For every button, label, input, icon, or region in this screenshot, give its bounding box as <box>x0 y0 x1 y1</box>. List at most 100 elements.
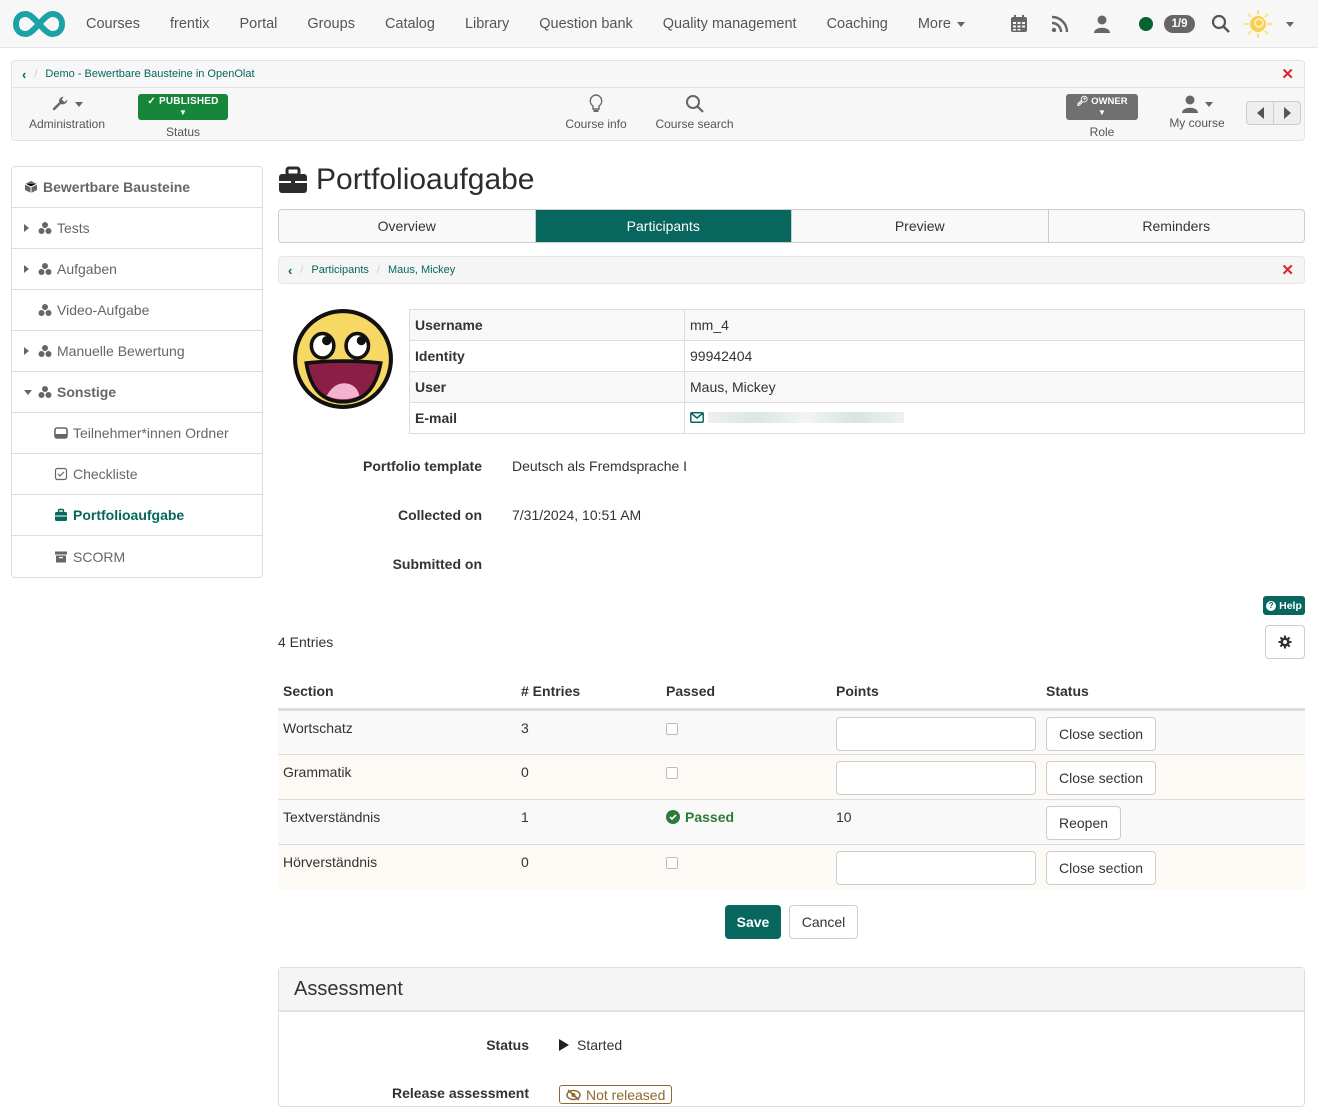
course-search-label: Course search <box>655 117 734 131</box>
section-entries: 1 <box>516 799 661 845</box>
expand-icon[interactable] <box>24 265 29 273</box>
identity-row: User Maus, Mickey <box>409 371 1305 403</box>
theme-sun-icon[interactable] <box>1242 8 1274 40</box>
tab-overview[interactable]: Overview <box>279 210 536 242</box>
section-name: Hörverständnis <box>278 844 516 889</box>
breadcrumb-course[interactable]: Demo - Bewertbare Bausteine in OpenOlat <box>45 68 254 80</box>
my-course-button[interactable]: My course <box>1164 94 1230 130</box>
sidebar-item-checkliste[interactable]: Checkliste <box>12 454 262 495</box>
key-icon: 🔑︎ <box>1076 96 1089 107</box>
published-badge[interactable]: ✓ PUBLISHED ▼ <box>138 94 228 120</box>
table-row: Textverständnis 1 Passed 10 Reopen <box>278 799 1305 845</box>
administration-button[interactable]: Administration <box>26 94 108 131</box>
expand-icon[interactable] <box>24 347 29 355</box>
column-header-section[interactable]: Section <box>278 683 516 711</box>
passed-checkbox[interactable] <box>666 722 678 735</box>
close-course-icon[interactable]: ✕ <box>1281 65 1294 83</box>
my-course-label: My course <box>1169 116 1225 130</box>
tab-preview[interactable]: Preview <box>792 210 1049 242</box>
email-value[interactable] <box>684 402 1305 434</box>
nav-frentix[interactable]: frentix <box>170 16 210 32</box>
identity-label: User <box>409 371 685 403</box>
sidebar-item-sonstige[interactable]: Sonstige <box>12 372 262 413</box>
notification-badge[interactable]: 1/9 <box>1164 15 1195 33</box>
calendar-icon[interactable] <box>1009 14 1029 34</box>
course-info-button[interactable]: Course info <box>561 94 631 131</box>
close-section-button[interactable]: Close section <box>1046 760 1157 795</box>
save-button[interactable]: Save <box>725 905 781 939</box>
release-assessment-row: Release assessment Not released <box>279 1085 673 1104</box>
column-header-passed[interactable]: Passed <box>661 683 831 711</box>
sidebar-root[interactable]: Bewertbare Bausteine <box>12 167 262 208</box>
user-menu-chevron-icon[interactable] <box>1286 22 1294 27</box>
nodes-icon <box>38 304 52 316</box>
role-dropdown[interactable]: 🔑︎ OWNER ▼ Role <box>1066 94 1138 139</box>
tab-reminders[interactable]: Reminders <box>1049 210 1305 242</box>
close-participant-icon[interactable]: ✕ <box>1281 261 1294 279</box>
nav-coaching[interactable]: Coaching <box>827 16 888 32</box>
arrow-left-icon <box>1256 107 1264 119</box>
passed-checkbox[interactable] <box>666 856 678 869</box>
search-icon[interactable] <box>1211 14 1231 34</box>
identity-label: Identity <box>409 340 685 372</box>
breadcrumb-participants[interactable]: Participants <box>311 264 368 276</box>
collapse-icon[interactable] <box>24 389 32 395</box>
sidebar-item-aufgaben[interactable]: Aufgaben <box>12 249 262 290</box>
user-icon[interactable] <box>1092 14 1112 34</box>
sidebar-item-teilnehmer-ordner[interactable]: Teilnehmer*innen Ordner <box>12 413 262 454</box>
column-header-status[interactable]: Status <box>1041 683 1305 711</box>
sidebar-item-scorm[interactable]: SCORM <box>12 536 262 577</box>
previous-node-button[interactable] <box>1247 102 1274 124</box>
expand-icon[interactable] <box>24 224 29 232</box>
sidebar-item-label: Checkliste <box>73 466 138 482</box>
sidebar-item-tests[interactable]: Tests <box>12 208 262 249</box>
table-settings-button[interactable] <box>1265 625 1305 659</box>
role-label: Role <box>1089 125 1115 139</box>
nav-groups[interactable]: Groups <box>307 16 355 32</box>
close-section-button[interactable]: Close section <box>1046 850 1157 885</box>
nav-catalog[interactable]: Catalog <box>385 16 435 32</box>
sidebar-item-video-aufgabe[interactable]: Video-Aufgabe <box>12 290 262 331</box>
sidebar-item-manuelle-bewertung[interactable]: Manuelle Bewertung <box>12 331 262 372</box>
assessment-status-value: Started <box>559 1037 622 1053</box>
next-node-button[interactable] <box>1274 102 1300 124</box>
nodes-icon <box>38 222 52 234</box>
breadcrumb-participant[interactable]: Maus, Mickey <box>388 264 455 276</box>
rss-icon[interactable] <box>1050 14 1070 34</box>
sidebar-item-portfolioaufgabe[interactable]: Portfolioaufgabe <box>12 495 262 536</box>
email-redacted <box>708 412 904 423</box>
help-button[interactable]: ? Help <box>1263 596 1305 615</box>
nav-question-bank[interactable]: Question bank <box>539 16 633 32</box>
column-header-entries[interactable]: # Entries <box>516 683 661 711</box>
sidebar-item-label: Sonstige <box>57 384 117 400</box>
status-label: Status <box>165 125 201 139</box>
points-input[interactable] <box>836 716 1036 751</box>
nav-courses[interactable]: Courses <box>86 16 140 32</box>
section-name: Wortschatz <box>278 709 516 755</box>
course-search-button[interactable]: Course search <box>652 94 737 131</box>
back-icon[interactable]: ‹ <box>288 263 292 278</box>
page-title: Portfolioaufgabe <box>278 163 535 197</box>
not-released-badge[interactable]: Not released <box>559 1085 673 1104</box>
status-dropdown[interactable]: ✓ PUBLISHED ▼ Status <box>138 94 228 139</box>
entries-count: 4 Entries <box>278 634 334 650</box>
points-input[interactable] <box>836 850 1036 885</box>
online-status-icon[interactable] <box>1139 17 1153 31</box>
owner-badge[interactable]: 🔑︎ OWNER ▼ <box>1066 94 1138 120</box>
identity-value: Maus, Mickey <box>684 371 1305 403</box>
openolat-logo[interactable] <box>12 10 66 38</box>
points-input[interactable] <box>836 760 1036 795</box>
column-header-points[interactable]: Points <box>831 683 1041 711</box>
nav-portal[interactable]: Portal <box>240 16 278 32</box>
reopen-button[interactable]: Reopen <box>1046 805 1122 840</box>
nav-quality-management[interactable]: Quality management <box>663 16 797 32</box>
nav-more[interactable]: More <box>918 16 965 32</box>
release-assessment-label: Release assessment <box>392 1085 529 1101</box>
close-section-button[interactable]: Close section <box>1046 716 1157 751</box>
tab-participants[interactable]: Participants <box>535 210 792 242</box>
cancel-button[interactable]: Cancel <box>789 905 858 939</box>
assessment-title: Assessment <box>279 968 1304 1012</box>
nav-library[interactable]: Library <box>465 16 509 32</box>
back-icon[interactable]: ‹ <box>22 67 26 82</box>
passed-checkbox[interactable] <box>666 766 678 779</box>
